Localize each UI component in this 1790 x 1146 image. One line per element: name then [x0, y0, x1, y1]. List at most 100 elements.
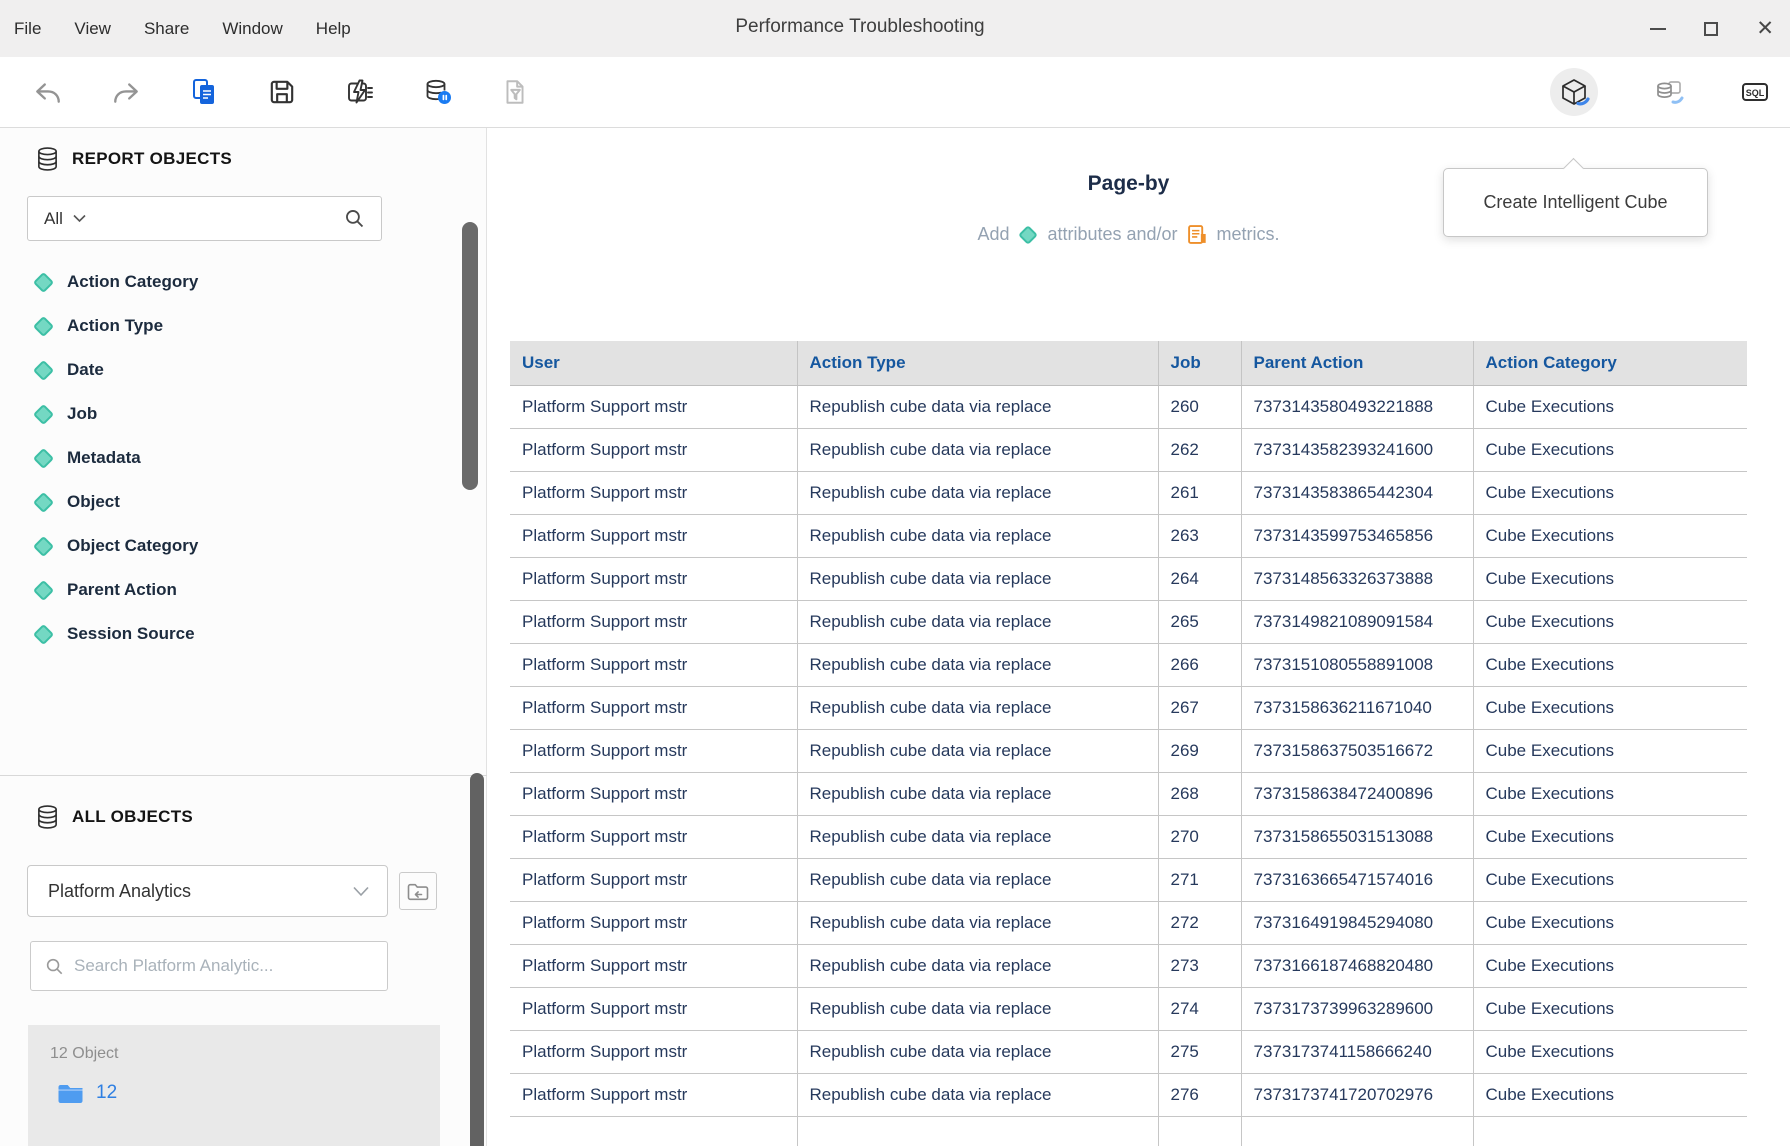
attribute-label: Action Type [67, 316, 163, 336]
attribute-diamond-icon [33, 535, 54, 556]
report-grid: UserAction TypeJobParent ActionAction Ca… [510, 341, 1747, 1146]
table-cell: Cube Executions [1473, 729, 1747, 772]
table-row[interactable]: Platform Support mstrRepublish cube data… [510, 385, 1747, 428]
attribute-diamond-icon [1019, 225, 1039, 245]
column-header[interactable]: Job [1158, 341, 1241, 385]
attribute-item[interactable]: Metadata [0, 436, 460, 480]
report-objects-header: REPORT OBJECTS [36, 146, 232, 172]
table-cell: Republish cube data via replace [797, 557, 1158, 600]
table-row[interactable]: Platform Support mstrRepublish cube data… [510, 1073, 1747, 1116]
table-row[interactable]: Platform Support mstrRepublish cube data… [510, 772, 1747, 815]
menu-window[interactable]: Window [222, 19, 282, 39]
minimize-button[interactable] [1650, 28, 1666, 30]
hint-text: attributes and/or [1047, 224, 1177, 245]
attribute-item[interactable]: Action Category [0, 260, 460, 304]
copy-document-icon[interactable] [189, 77, 219, 107]
table-cell: Cube Executions [1473, 686, 1747, 729]
attribute-diamond-icon [33, 271, 54, 292]
save-icon[interactable] [267, 77, 297, 107]
table-row[interactable]: Platform Support mstrRepublish cube data… [510, 944, 1747, 987]
database-icon [36, 146, 59, 172]
table-row[interactable]: Platform Support mstrRepublish cube data… [510, 729, 1747, 772]
table-cell: Platform Support mstr [510, 772, 797, 815]
search-icon[interactable] [344, 208, 365, 229]
table-cell: Republish cube data via replace [797, 1073, 1158, 1116]
table-cell: Platform Support mstr [510, 1073, 797, 1116]
refresh-data-icon[interactable] [345, 77, 375, 107]
table-row[interactable]: Platform Support mstrRepublish cube data… [510, 815, 1747, 858]
sql-view-icon[interactable]: SQL [1740, 77, 1770, 107]
table-row[interactable]: Platform Support mstrRepublish cube data… [510, 1030, 1747, 1073]
column-header[interactable]: User [510, 341, 797, 385]
close-button[interactable]: ✕ [1756, 18, 1774, 39]
create-intelligent-cube-button[interactable] [1550, 68, 1598, 116]
attribute-item[interactable]: Object [0, 480, 460, 524]
table-cell: Republish cube data via replace [797, 514, 1158, 557]
attribute-label: Date [67, 360, 104, 380]
table-row[interactable]: Platform Support mstrRepublish cube data… [510, 471, 1747, 514]
folder-up-button[interactable] [399, 872, 437, 910]
filter-value[interactable]: All [44, 209, 63, 229]
report-objects-filter[interactable]: All [27, 196, 382, 241]
table-row[interactable]: Platform Support mstrRepublish cube data… [510, 428, 1747, 471]
table-cell: Republish cube data via replace [797, 428, 1158, 471]
attribute-label: Metadata [67, 448, 141, 468]
attribute-item[interactable]: Session Source [0, 612, 460, 656]
menu-help[interactable]: Help [316, 19, 351, 39]
all-objects-scrollbar[interactable] [470, 773, 484, 1146]
folder-item[interactable]: 12 [56, 1081, 117, 1105]
column-header[interactable]: Action Category [1473, 341, 1747, 385]
table-row[interactable]: Platform Support mstrRepublish cube data… [510, 557, 1747, 600]
table-cell: 7373148563326373888 [1241, 557, 1473, 600]
table-cell [1473, 1116, 1747, 1146]
table-cell: 270 [1158, 815, 1241, 858]
maximize-button[interactable] [1704, 22, 1718, 36]
table-row[interactable]: Platform Support mstrRepublish cube data… [510, 686, 1747, 729]
database-pause-icon[interactable] [423, 77, 453, 107]
table-row[interactable]: Platform Support mstrRepublish cube data… [510, 858, 1747, 901]
objects-panel: 12 Object 12 [28, 1025, 440, 1146]
table-cell: 273 [1158, 944, 1241, 987]
menu-view[interactable]: View [74, 19, 111, 39]
table-cell: Cube Executions [1473, 772, 1747, 815]
tooltip-create-intelligent-cube: Create Intelligent Cube [1443, 168, 1708, 237]
sidebar: REPORT OBJECTS All Action Category Actio… [0, 128, 487, 1146]
attribute-item[interactable]: Action Type [0, 304, 460, 348]
attribute-item[interactable]: Object Category [0, 524, 460, 568]
table-row[interactable]: Platform Support mstrRepublish cube data… [510, 643, 1747, 686]
search-input[interactable] [74, 956, 373, 976]
attribute-diamond-icon [33, 359, 54, 380]
redo-icon[interactable] [111, 77, 141, 107]
attribute-label: Action Category [67, 272, 198, 292]
hint-text: Add [977, 224, 1009, 245]
attribute-item[interactable]: Job [0, 392, 460, 436]
attribute-item[interactable]: Date [0, 348, 460, 392]
attribute-diamond-icon [33, 315, 54, 336]
table-row[interactable]: Platform Support mstrRepublish cube data… [510, 600, 1747, 643]
table-row[interactable]: Platform Support mstrRepublish cube data… [510, 514, 1747, 557]
table-cell: Platform Support mstr [510, 428, 797, 471]
table-cell: 261 [1158, 471, 1241, 514]
dataset-select[interactable]: Platform Analytics [27, 865, 388, 917]
table-cell: Platform Support mstr [510, 815, 797, 858]
table-row[interactable]: Platform Support mstrRepublish cube data… [510, 987, 1747, 1030]
report-objects-scrollbar[interactable] [462, 222, 478, 490]
undo-icon[interactable] [33, 77, 63, 107]
search-box[interactable] [30, 941, 388, 991]
filter-document-icon[interactable] [501, 78, 529, 106]
column-header[interactable]: Parent Action [1241, 341, 1473, 385]
table-row[interactable]: Platform Support mstrRepublish cube data… [510, 901, 1747, 944]
table-cell: Cube Executions [1473, 815, 1747, 858]
table-cell: 7373164919845294080 [1241, 901, 1473, 944]
database-search-icon[interactable] [1654, 77, 1684, 107]
menu-file[interactable]: File [14, 19, 41, 39]
attribute-item[interactable]: Parent Action [0, 568, 460, 612]
table-cell: Republish cube data via replace [797, 815, 1158, 858]
menu-share[interactable]: Share [144, 19, 189, 39]
table-cell: Platform Support mstr [510, 1030, 797, 1073]
table-cell: 7373143582393241600 [1241, 428, 1473, 471]
table-cell: Platform Support mstr [510, 557, 797, 600]
column-header[interactable]: Action Type [797, 341, 1158, 385]
table-cell: Cube Executions [1473, 901, 1747, 944]
toolbar: SQL [0, 57, 1790, 128]
